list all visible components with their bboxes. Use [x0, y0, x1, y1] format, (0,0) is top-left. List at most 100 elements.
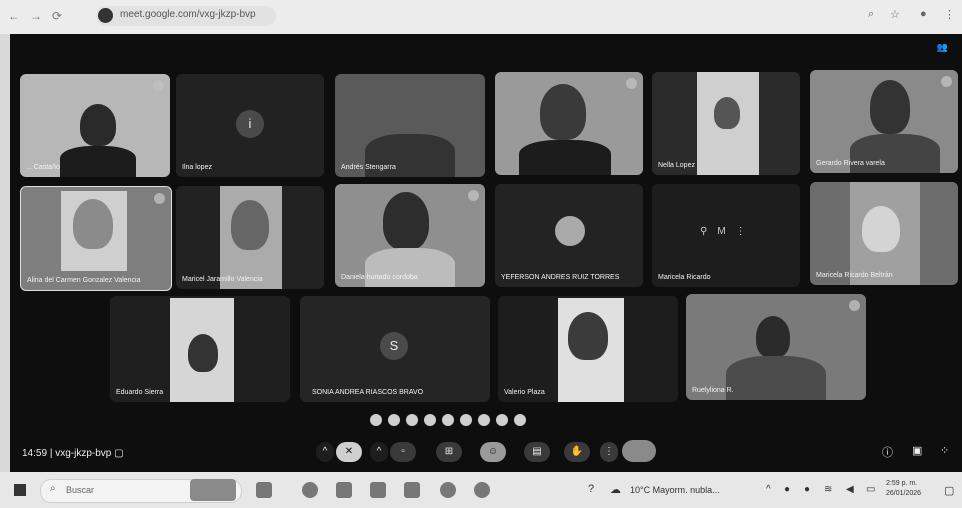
heart-icon[interactable]: [370, 414, 382, 426]
reactions-bar: [370, 414, 526, 426]
participant-name: ... Castaño: [26, 164, 60, 171]
search-icon: ⌕: [50, 483, 56, 494]
volume-icon[interactable]: ◀: [846, 484, 854, 495]
url-text[interactable]: meet.google.com/vxg-jkzp-bvp: [120, 9, 256, 20]
people-icon[interactable]: 👥: [937, 42, 948, 53]
windows-start-icon[interactable]: [14, 484, 26, 496]
participant-tile[interactable]: [495, 72, 643, 175]
avatar: S: [380, 332, 408, 360]
weather-icon: ☁: [610, 484, 621, 496]
search-placeholder[interactable]: Buscar: [66, 485, 94, 495]
participant-name: SONIA ANDREA RIASCOS BRAVO: [312, 389, 424, 396]
microphone-tray-icon[interactable]: ●: [804, 484, 810, 495]
mic-off-icon: [626, 78, 637, 89]
video-options-chevron-icon[interactable]: ^: [370, 442, 388, 462]
participant-name: Maricela Ricardo: [658, 274, 711, 281]
show-hidden-icons-chevron[interactable]: ^: [766, 484, 771, 495]
participant-tile[interactable]: ... Castaño: [20, 74, 170, 177]
participant-name: Daniela hurtado cordoba: [341, 274, 418, 281]
participant-tile[interactable]: Valerio Plaza: [498, 296, 678, 402]
search-highlight-image: [190, 479, 236, 501]
party-icon[interactable]: [406, 414, 418, 426]
activities-icon[interactable]: ⁘: [940, 444, 949, 457]
participant-tile[interactable]: Nella Lopez: [652, 72, 800, 175]
avatar: [555, 216, 585, 246]
participant-tile[interactable]: Alina del Carmen Gonzalez Valencia: [20, 186, 172, 291]
participant-name: YEFERSON ANDRES RUIZ TORRES: [501, 274, 620, 281]
edge-browser-icon[interactable]: [474, 482, 490, 498]
mic-off-icon: [153, 80, 164, 91]
notifications-icon[interactable]: ▢: [944, 484, 954, 497]
zoom-icon[interactable]: ⌕: [868, 8, 874, 21]
participant-tile[interactable]: ⚲M⋮ Maricela Ricardo: [652, 184, 800, 287]
clock-time: 2:59 p. m.: [886, 480, 918, 487]
cry-icon[interactable]: [478, 414, 490, 426]
battery-icon[interactable]: ▭: [866, 484, 875, 495]
clap-icon[interactable]: [424, 414, 436, 426]
thumbs-up-icon[interactable]: [388, 414, 400, 426]
wifi-icon[interactable]: ≋: [824, 484, 832, 495]
meeting-separator: |: [49, 448, 53, 459]
site-info-icon[interactable]: [98, 8, 113, 23]
participant-name: Ilna lopez: [182, 164, 212, 171]
help-icon[interactable]: ?: [588, 483, 594, 495]
forward-icon[interactable]: →: [30, 9, 42, 23]
profile-icon[interactable]: ●: [920, 8, 927, 20]
system-clock[interactable]: 2:59 p. m. 26/01/2026: [886, 479, 921, 499]
avatar: i: [236, 110, 264, 138]
participant-tile[interactable]: Eduardo Sierra: [110, 296, 290, 402]
present-button[interactable]: ⊞: [436, 442, 462, 462]
participant-tile[interactable]: YEFERSON ANDRES RUIZ TORRES: [495, 184, 643, 287]
participant-name: Andrés Stengarra: [341, 164, 396, 171]
raise-hand-button[interactable]: ✋: [564, 442, 590, 462]
tile-controls: ⚲M⋮: [700, 226, 756, 237]
laugh-icon[interactable]: [442, 414, 454, 426]
chat-icon[interactable]: ▣: [912, 444, 922, 457]
weather-text[interactable]: 10°C Mayorm. nubla...: [630, 485, 720, 495]
clock-date: 26/01/2026: [886, 490, 922, 497]
participant-name: Nella Lopez: [658, 162, 695, 169]
thinking-icon[interactable]: [496, 414, 508, 426]
mail-icon[interactable]: [404, 482, 420, 498]
surprised-icon[interactable]: [460, 414, 472, 426]
star-icon[interactable]: ☆: [890, 8, 900, 21]
end-call-button[interactable]: [622, 440, 656, 462]
thumbs-down-icon[interactable]: [514, 414, 526, 426]
participant-tile[interactable]: Daniela hurtado cordoba: [335, 184, 485, 287]
network-icon[interactable]: ●: [784, 484, 790, 495]
more-options-icon[interactable]: ⋮: [600, 442, 618, 462]
participant-name: Valerio Plaza: [504, 389, 545, 396]
participant-tile[interactable]: Gerardo Rivera varela: [810, 70, 958, 173]
participant-tile[interactable]: S SONIA ANDREA RIASCOS BRAVO: [300, 296, 490, 402]
chrome-icon[interactable]: [440, 482, 456, 498]
meeting-code: vxg-jkzp-bvp: [55, 448, 112, 459]
file-explorer-icon[interactable]: [336, 482, 352, 498]
audio-options-chevron-icon[interactable]: ^: [316, 442, 334, 462]
meeting-details-icon[interactable]: ▢: [114, 448, 123, 459]
microphone-button[interactable]: ✕: [336, 442, 362, 462]
task-view-icon[interactable]: [256, 482, 272, 498]
participant-tile[interactable]: Maricel Jaramillo Valencia: [176, 186, 324, 289]
audio-indicator-icon: [154, 193, 165, 204]
participant-name: Gerardo Rivera varela: [816, 160, 885, 167]
emoji-button[interactable]: ☺: [480, 442, 506, 462]
reload-icon[interactable]: ⟳: [52, 9, 62, 23]
meet-window: 👥 ... Castaño i Ilna lopez Andrés Stenga…: [10, 34, 962, 472]
store-icon[interactable]: [370, 482, 386, 498]
participant-name: Eduardo Sierra: [116, 389, 164, 396]
back-icon[interactable]: ←: [8, 9, 20, 23]
participant-tile[interactable]: Ruelyliona R.: [686, 294, 866, 400]
camera-button[interactable]: ▫: [390, 442, 416, 462]
participant-tile[interactable]: Maricela Ricardo Beltrán: [810, 182, 958, 285]
edge-icon[interactable]: [302, 482, 318, 498]
participant-tile[interactable]: i Ilna lopez: [176, 74, 324, 177]
meeting-info: 14:59 | vxg-jkzp-bvp ▢: [22, 448, 124, 459]
participant-name: Ruelyliona R.: [692, 387, 734, 394]
participant-tile[interactable]: Andrés Stengarra: [335, 74, 485, 177]
participant-name: Maricel Jaramillo Valencia: [182, 276, 263, 283]
info-icon[interactable]: ⓘ: [882, 444, 893, 460]
windows-taskbar: ⌕ Buscar ? ☁ 10°C Mayorm. nubla... ^ ● ●…: [0, 472, 962, 508]
captions-button[interactable]: ▤: [524, 442, 550, 462]
mic-off-icon: [941, 76, 952, 87]
kebab-menu-icon[interactable]: ⋮: [944, 8, 955, 21]
